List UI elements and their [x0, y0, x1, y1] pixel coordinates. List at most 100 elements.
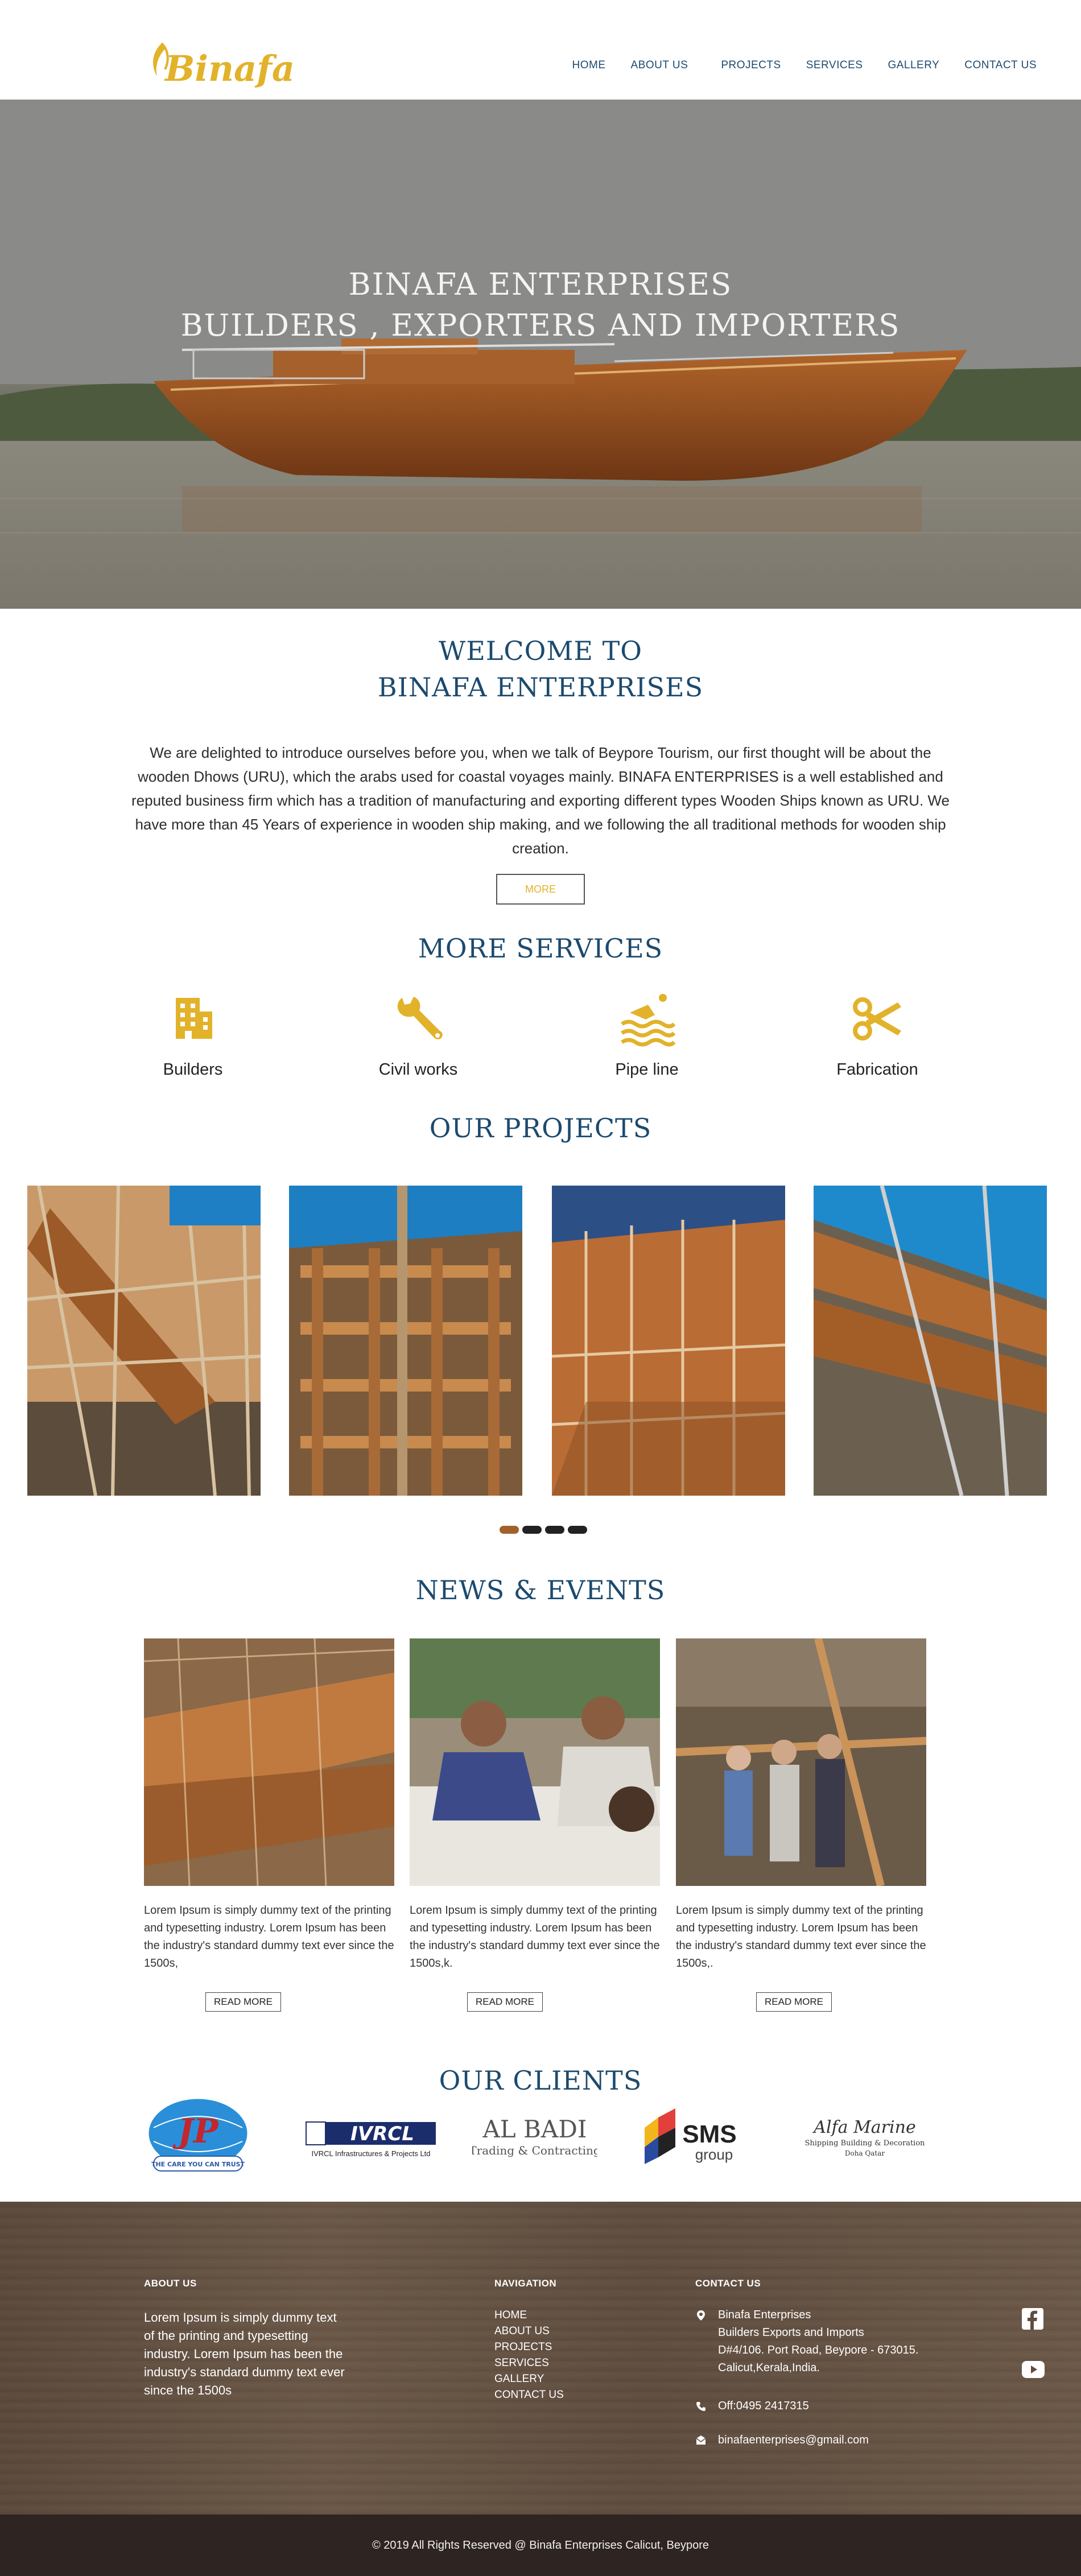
project-photo — [552, 1186, 785, 1496]
service-label: Builders — [163, 1060, 223, 1079]
footer-nav-home[interactable]: HOME — [494, 2307, 564, 2323]
news-image[interactable] — [144, 1638, 394, 1886]
hero-headline: BINAFA ENTERPRISES BUILDERS , EXPORTERS … — [0, 265, 1081, 346]
address-line-4: Calicut,Kerala,India. — [718, 2362, 820, 2374]
nav-home[interactable]: HOME — [572, 59, 606, 72]
footer-about-heading: ABOUT US — [144, 2278, 197, 2289]
service-builders[interactable]: Builders — [108, 990, 278, 1079]
albadi-sub: Trading & Contracting — [472, 2144, 597, 2157]
footer-about-text: Lorem Ipsum is simply dummy text of the … — [144, 2310, 345, 2397]
welcome-heading: WELCOME TO BINAFA ENTERPRISES — [0, 633, 1081, 705]
ivrcl-sub: IVRCL Infrastructures & Projects Ltd — [311, 2149, 430, 2158]
footer-contact-heading: CONTACT US — [695, 2278, 761, 2289]
more-button[interactable]: MORE — [496, 874, 585, 905]
news-photo — [676, 1638, 926, 1886]
address-line-2: Builders Exports and Imports — [718, 2326, 864, 2339]
welcome-heading-line-2: BINAFA ENTERPRISES — [377, 672, 704, 703]
phone-number[interactable]: Off:0495 2417315 — [718, 2397, 940, 2415]
sms-sub: group — [695, 2146, 733, 2163]
news-image[interactable] — [676, 1638, 926, 1886]
client-logo-jp[interactable]: JP THE CARE YOU CAN TRUST — [141, 2094, 255, 2179]
alfa-marine-logo: Alfa Marine Shipping Building & Decorati… — [804, 2117, 925, 2157]
news-heading: NEWS & EVENTS — [415, 1575, 666, 1605]
news-image[interactable] — [410, 1638, 660, 1886]
hero-banner: BINAFA ENTERPRISES BUILDERS , EXPORTERS … — [0, 100, 1081, 609]
project-photo — [289, 1186, 522, 1496]
nav-about-us[interactable]: ABOUT US — [631, 59, 688, 72]
copyright-bar: © 2019 All Rights Reserved @ Binafa Ente… — [0, 2515, 1081, 2576]
news-text: Lorem Ipsum is simply dummy text of the … — [410, 1904, 660, 1970]
footer-nav: HOME ABOUT US PROJECTS SERVICES GALLERY … — [494, 2307, 564, 2403]
address-line-1: Binafa Enterprises — [718, 2309, 811, 2321]
phone-icon — [696, 2402, 705, 2411]
footer-nav-services[interactable]: SERVICES — [494, 2355, 564, 2371]
nav-projects[interactable]: PROJECTS — [721, 59, 781, 72]
project-image-4[interactable] — [814, 1186, 1047, 1496]
site-header: Binafa HOME ABOUT US PROJECTS SERVICES G… — [0, 0, 1081, 100]
project-image-3[interactable] — [552, 1186, 785, 1496]
jp-logo: JP THE CARE YOU CAN TRUST — [147, 2097, 249, 2172]
sms-name: SMS — [682, 2120, 736, 2148]
services-heading: MORE SERVICES — [418, 933, 663, 964]
scissors-icon — [853, 997, 901, 1041]
footer-nav-about-us[interactable]: ABOUT US — [494, 2323, 564, 2339]
youtube-icon[interactable] — [1022, 2361, 1045, 2378]
carousel-dot-4[interactable] — [568, 1526, 587, 1534]
nav-gallery[interactable]: GALLERY — [888, 59, 939, 72]
address-row: Binafa Enterprises Builders Exports and … — [695, 2306, 940, 2377]
project-image-1[interactable] — [27, 1186, 261, 1496]
email-row: binafaenterprises@gmail.com — [695, 2431, 940, 2449]
svg-text:JP: JP — [172, 2112, 218, 2150]
carousel-dots — [500, 1526, 587, 1534]
ivrcl-name: IVRCL — [350, 2123, 414, 2145]
news-photo — [410, 1638, 660, 1886]
client-logo-alfa-marine[interactable]: Alfa Marine Shipping Building & Decorati… — [797, 2094, 933, 2179]
news-item-1: Lorem Ipsum is simply dummy text of the … — [144, 1638, 394, 1972]
project-photo — [27, 1186, 261, 1496]
welcome-text: We are delighted to introduce ourselves … — [131, 744, 950, 857]
hero-line-1: BINAFA ENTERPRISES — [348, 267, 733, 302]
ivrcl-logo: IVRCL IVRCL Infrastructures & Projects L… — [306, 2121, 436, 2158]
phone-row: Off:0495 2417315 — [695, 2397, 940, 2415]
facebook-icon[interactable] — [1022, 2308, 1043, 2330]
client-logo-albadi[interactable]: AL BADI Trading & Contracting — [472, 2094, 597, 2179]
building-icon — [176, 998, 212, 1039]
news-photo — [144, 1638, 394, 1886]
carousel-dot-3[interactable] — [545, 1526, 564, 1534]
client-logo-sms[interactable]: SMS group — [641, 2094, 755, 2179]
news-text: Lorem Ipsum is simply dummy text of the … — [676, 1904, 926, 1970]
service-label: Civil works — [378, 1060, 458, 1079]
footer-nav-projects[interactable]: PROJECTS — [494, 2339, 564, 2355]
nav-contact-us[interactable]: CONTACT US — [964, 59, 1037, 72]
news-item-3: Lorem Ipsum is simply dummy text of the … — [676, 1638, 926, 1972]
alfa-sub-2: Doha Qatar — [845, 2149, 885, 2157]
footer-nav-contact-us[interactable]: CONTACT US — [494, 2387, 564, 2403]
albadi-name: AL BADI — [482, 2115, 587, 2143]
read-more-button[interactable]: READ MORE — [205, 1992, 281, 2012]
email-address[interactable]: binafaenterprises@gmail.com — [718, 2431, 940, 2449]
alfa-name: Alfa Marine — [812, 2117, 915, 2137]
project-image-2[interactable] — [289, 1186, 522, 1496]
footer-nav-gallery[interactable]: GALLERY — [494, 2371, 564, 2387]
alfa-sub: Shipping Building & Decoration — [804, 2139, 925, 2148]
carousel-dot-1[interactable] — [500, 1526, 519, 1534]
footer-nav-heading: NAVIGATION — [494, 2278, 557, 2289]
albadi-logo: AL BADI Trading & Contracting — [472, 2115, 597, 2157]
nav-services[interactable]: SERVICES — [806, 59, 863, 72]
service-fabrication[interactable]: Fabrication — [792, 990, 963, 1079]
clients-heading: OUR CLIENTS — [439, 2065, 642, 2096]
client-logo-ivrcl[interactable]: IVRCL IVRCL Infrastructures & Projects L… — [300, 2094, 442, 2179]
welcome-heading-line-1: WELCOME TO — [438, 635, 642, 666]
swimmer-waves-icon — [621, 994, 675, 1047]
hero-line-2: BUILDERS , EXPORTERS AND IMPORTERS — [180, 308, 901, 343]
read-more-button[interactable]: READ MORE — [467, 1992, 543, 2012]
envelope-icon — [696, 2435, 706, 2445]
service-civil-works[interactable]: Civil works — [333, 990, 504, 1079]
carousel-dot-2[interactable] — [522, 1526, 542, 1534]
read-more-button[interactable]: READ MORE — [756, 1992, 832, 2012]
news-item-2: Lorem Ipsum is simply dummy text of the … — [410, 1638, 660, 1972]
main-nav: HOME ABOUT US PROJECTS SERVICES GALLERY … — [547, 59, 1037, 72]
project-photo — [814, 1186, 1047, 1496]
brand-logo[interactable]: Binafa — [149, 35, 295, 92]
service-pipe-line[interactable]: Pipe line — [562, 990, 732, 1079]
